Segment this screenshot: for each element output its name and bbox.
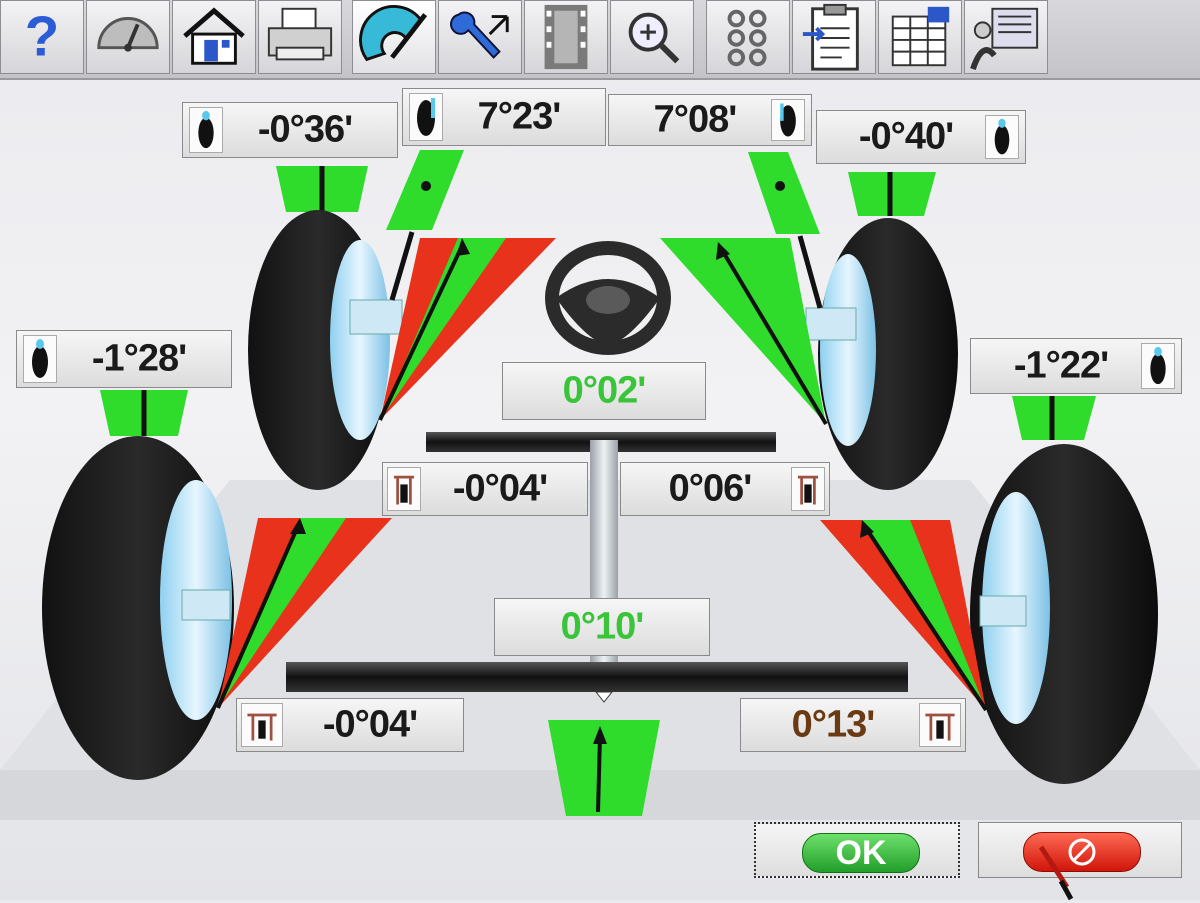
front-right-camber-value: -0°40': [858, 115, 954, 158]
front-left-camber-value: -0°36': [257, 108, 353, 151]
front-right-caster-gauge: [748, 152, 820, 234]
steering-center-value: 0°02': [562, 369, 647, 412]
mouse-cursor-icon: [1038, 845, 1074, 901]
front-left-toe-value: -0°04': [452, 467, 548, 510]
rear-right-toe-value: 0°13': [791, 703, 876, 746]
rear-right-camber-readout: -1°22': [970, 338, 1182, 394]
front-right-caster-value: 7°08': [653, 98, 738, 141]
rear-axle: [286, 662, 908, 692]
front-right-caster-readout: 7°08': [608, 94, 812, 146]
thrust-gauge: [548, 720, 660, 816]
steering-wheel-icon: [545, 241, 671, 355]
rear-right-camber-value: -1°22': [1013, 344, 1109, 387]
rear-left-toe-value: -0°04': [322, 703, 418, 746]
rear-right-wheel: [970, 396, 1158, 784]
rear-right-toe-readout: 0°13': [740, 698, 966, 752]
thrust-angle-value: 0°10': [560, 605, 645, 648]
front-left-caster-value: 7°23': [477, 95, 562, 138]
rear-left-wheel: [42, 390, 234, 780]
steering-center-readout: 0°02': [502, 362, 706, 420]
front-left-wheel: [248, 166, 403, 490]
ok-button-label: OK: [802, 833, 920, 873]
front-right-toe-value: 0°06': [668, 467, 753, 510]
front-right-camber-readout: -0°40': [816, 110, 1026, 164]
front-left-toe-readout: -0°04': [382, 462, 588, 516]
rear-left-camber-readout: -1°28': [16, 330, 232, 388]
rear-left-toe-readout: -0°04': [236, 698, 464, 752]
front-right-wheel: [805, 172, 958, 490]
ok-button[interactable]: OK: [754, 822, 960, 878]
front-left-caster-readout: 7°23': [402, 88, 606, 146]
front-right-toe-readout: 0°06': [620, 462, 830, 516]
rear-left-camber-value: -1°28': [91, 337, 187, 380]
cancel-button[interactable]: [978, 822, 1182, 901]
front-left-camber-readout: -0°36': [182, 102, 398, 158]
thrust-angle-readout: 0°10': [494, 598, 710, 656]
